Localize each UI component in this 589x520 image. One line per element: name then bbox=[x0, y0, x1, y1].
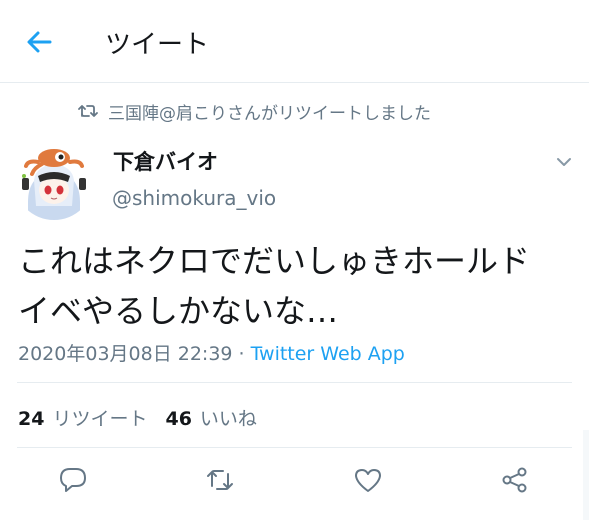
reply-icon[interactable] bbox=[58, 465, 88, 495]
tweet-text-line: これはネクロでだいしゅきホールド bbox=[18, 242, 531, 280]
retweet-stat[interactable]: 24 リツイート bbox=[18, 408, 147, 430]
retweet-icon bbox=[78, 105, 98, 117]
like-icon[interactable] bbox=[353, 465, 383, 495]
tweet-actions bbox=[0, 465, 589, 501]
scrollbar[interactable] bbox=[583, 430, 589, 520]
tweet-text-line: イベやるしかないな… bbox=[18, 292, 339, 330]
retweet-count: 24 bbox=[18, 408, 45, 430]
retweet-icon[interactable] bbox=[205, 465, 235, 495]
tweet-source-link[interactable]: Twitter Web App bbox=[251, 343, 405, 365]
author-name[interactable]: 下倉バイオ bbox=[113, 146, 218, 176]
tweet-timestamp[interactable]: 2020年03月08日 22:39 bbox=[18, 343, 233, 365]
share-icon[interactable] bbox=[500, 465, 530, 495]
chevron-down-icon[interactable] bbox=[552, 150, 576, 174]
meta-separator: · bbox=[238, 343, 245, 365]
divider bbox=[17, 382, 572, 383]
like-stat[interactable]: 46 いいね bbox=[165, 408, 256, 430]
author-handle[interactable]: @shimokura_vio bbox=[112, 186, 276, 210]
top-bar: ツイート bbox=[0, 0, 589, 83]
tweet-stats: 24 リツイート 46 いいね bbox=[18, 404, 257, 431]
page-title: ツイート bbox=[105, 30, 210, 60]
retweet-notice[interactable]: 三国陣@肩こりさんがリツイートしました bbox=[78, 99, 431, 124]
tweet-text: これはネクロでだいしゅきホールド イベやるしかないな… bbox=[18, 236, 578, 336]
retweet-label: リツイート bbox=[52, 408, 148, 430]
divider bbox=[17, 447, 572, 448]
like-label: いいね bbox=[199, 408, 257, 430]
like-count: 46 bbox=[165, 408, 192, 430]
back-arrow-icon[interactable] bbox=[24, 26, 56, 58]
avatar-illustration bbox=[14, 140, 94, 220]
avatar[interactable] bbox=[14, 140, 94, 220]
tweet-meta: 2020年03月08日 22:39 · Twitter Web App bbox=[18, 339, 405, 366]
retweet-notice-text: 三国陣@肩こりさんがリツイートしました bbox=[108, 103, 431, 124]
